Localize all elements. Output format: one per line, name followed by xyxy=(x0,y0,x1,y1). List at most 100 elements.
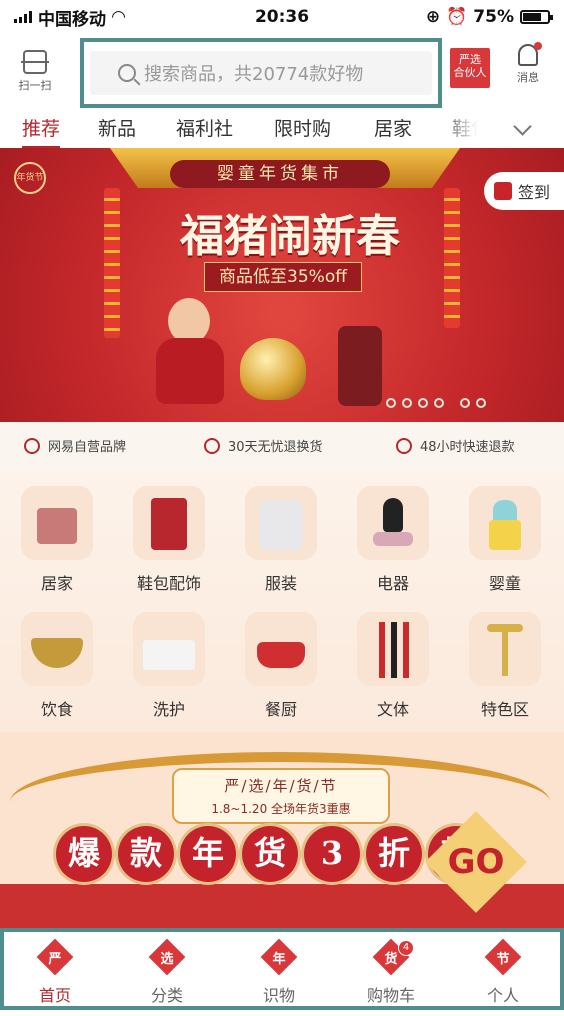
promise-refund: 48小时快速退款 xyxy=(396,436,515,455)
category-label: 电器 xyxy=(376,574,409,593)
partner-line2: 合伙人 xyxy=(453,66,487,79)
tab-new[interactable]: 新品 xyxy=(98,114,136,141)
promise-refund-text: 48小时快速退款 xyxy=(420,440,515,455)
banner-headline: 福猪闹新春 xyxy=(180,211,400,262)
category-label: 居家 xyxy=(40,574,73,593)
tab-welfare[interactable]: 福利社 xyxy=(176,114,233,141)
promise-returns-text: 30天无忧退换货 xyxy=(228,440,323,455)
chevron-down-icon[interactable] xyxy=(513,117,532,136)
suitcase-icon xyxy=(133,486,205,560)
category-home[interactable]: 居家 xyxy=(12,486,102,594)
carousel-dot[interactable] xyxy=(402,398,412,408)
pens-icon xyxy=(357,612,429,686)
carousel-dot[interactable] xyxy=(460,398,470,408)
nav-glyph: 节 xyxy=(496,952,510,967)
slogan-char: 折 xyxy=(366,826,422,882)
nav-glyph: 货 xyxy=(384,952,398,967)
battery-percent: 75% xyxy=(473,7,514,27)
nav-glyph: 选 xyxy=(160,952,174,967)
tab-home[interactable]: 居家 xyxy=(374,114,412,141)
category-baby[interactable]: 婴童 xyxy=(460,486,550,594)
category-label: 特色区 xyxy=(480,700,529,719)
category-shoes-bags[interactable]: 鞋包配饰 xyxy=(124,486,214,594)
promo-banner[interactable]: 严/选/年/货/节 1.8~1.20 全场年货3重惠 爆 款 年 货 3 折 起… xyxy=(0,732,564,928)
gold-pig-image xyxy=(240,338,306,400)
scan-label: 扫一扫 xyxy=(18,78,52,92)
cast-pot-icon xyxy=(245,612,317,686)
app-header: 扫一扫 搜索商品，共20774款好物 严选 合伙人 消息 xyxy=(0,34,564,108)
nav-label: 识物 xyxy=(262,986,295,1005)
carousel-dot[interactable] xyxy=(476,398,486,408)
nav-cart[interactable]: 货 4 购物车 xyxy=(346,938,436,1006)
hero-banner[interactable]: 年货节 婴童年货集市 福猪闹新春 商品低至35%off 签到 xyxy=(0,148,564,422)
category-appliances[interactable]: 电器 xyxy=(348,486,438,594)
signin-label: 签到 xyxy=(518,183,551,202)
slogan-char: 年 xyxy=(180,826,236,882)
search-placeholder: 搜索商品，共20774款好物 xyxy=(144,64,364,85)
carousel-dot[interactable] xyxy=(434,398,444,408)
battery-icon xyxy=(520,10,553,24)
festival-logo: 年货节 xyxy=(14,162,46,194)
signin-button[interactable]: 签到 xyxy=(484,172,564,210)
plaque-subtitle: 1.8~1.20 全场年货3重惠 xyxy=(211,802,351,816)
baby-bottle-icon xyxy=(469,486,541,560)
roller-icon xyxy=(469,612,541,686)
category-apparel[interactable]: 服装 xyxy=(236,486,326,594)
promo-plaque: 严/选/年/货/节 1.8~1.20 全场年货3重惠 xyxy=(172,768,390,824)
promise-returns: 30天无忧退换货 xyxy=(204,436,323,455)
slogan-char: 款 xyxy=(118,826,174,882)
status-bar: 中国移动 ◠ 20:36 ⊕ ⏰ 75% xyxy=(0,0,564,34)
category-label: 服装 xyxy=(264,574,297,593)
calendar-icon xyxy=(494,182,512,200)
category-specialty[interactable]: 特色区 xyxy=(460,612,550,720)
category-label: 婴童 xyxy=(488,574,521,593)
carousel-dot[interactable] xyxy=(418,398,428,408)
shield-check-icon xyxy=(204,437,220,454)
scan-button[interactable]: 扫一扫 xyxy=(0,49,70,93)
alarm-icon: ⏰ xyxy=(446,7,468,27)
carrier-name: 中国移动 xyxy=(38,9,106,30)
slogan-char: 爆 xyxy=(56,826,112,882)
category-label: 餐厨 xyxy=(264,700,297,719)
brand-icon xyxy=(24,437,40,454)
baby-image xyxy=(150,298,230,408)
nav-category[interactable]: 选 分类 xyxy=(122,938,212,1006)
promise-brand: 网易自营品牌 xyxy=(24,436,126,455)
search-icon xyxy=(118,64,136,82)
category-label: 鞋包配饰 xyxy=(136,574,201,593)
search-input[interactable]: 搜索商品，共20774款好物 xyxy=(90,51,432,95)
clock-refund-icon xyxy=(396,437,412,454)
promo-slogan: 爆 款 年 货 3 折 起 xyxy=(56,826,484,882)
partner-button[interactable]: 严选 合伙人 xyxy=(450,48,490,88)
jacket-icon xyxy=(245,486,317,560)
system-indicators: ⊕ ⏰ 75% xyxy=(426,7,553,27)
category-stationery[interactable]: 文体 xyxy=(348,612,438,720)
tab-flash-sale[interactable]: 限时购 xyxy=(274,114,331,141)
slogan-char: 3 xyxy=(304,826,360,882)
nav-discover[interactable]: 年 识物 xyxy=(234,938,324,1006)
carrier-info: 中国移动 ◠ xyxy=(14,5,214,30)
noodle-bowl-icon xyxy=(21,612,93,686)
message-label: 消息 xyxy=(517,71,539,84)
tissue-box-icon xyxy=(133,612,205,686)
carousel-dot[interactable] xyxy=(386,398,396,408)
nav-home[interactable]: 严 首页 xyxy=(10,938,100,1006)
tab-recommend[interactable]: 推荐 xyxy=(22,114,61,149)
cart-badge: 4 xyxy=(398,940,414,956)
category-label: 饮食 xyxy=(40,700,73,719)
go-button[interactable]: GO xyxy=(440,842,512,882)
message-button[interactable]: 消息 xyxy=(506,42,550,85)
nav-glyph: 严 xyxy=(48,952,62,967)
bottom-tab-bar: 严 首页 选 分类 年 识物 货 4 购物车 节 个人 xyxy=(0,928,564,1010)
category-food[interactable]: 饮食 xyxy=(12,612,102,720)
nav-profile[interactable]: 节 个人 xyxy=(458,938,548,1006)
firecracker-left xyxy=(104,188,120,338)
category-tabs: 推荐 新品 福利社 限时购 居家 鞋包 xyxy=(0,108,564,149)
nav-label: 购物车 xyxy=(366,986,415,1005)
coat-image xyxy=(338,326,382,406)
carousel-dots xyxy=(386,398,486,408)
category-kitchen[interactable]: 餐厨 xyxy=(236,612,326,720)
category-personal-care[interactable]: 洗护 xyxy=(124,612,214,720)
banner-subline: 商品低至35%off xyxy=(204,262,362,292)
slogan-char: 货 xyxy=(242,826,298,882)
